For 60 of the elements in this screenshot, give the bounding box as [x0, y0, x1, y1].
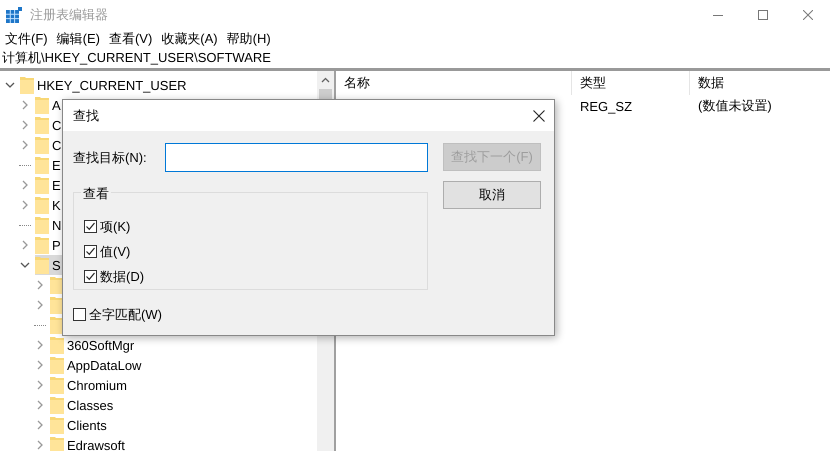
address-bar[interactable]: 计算机\HKEY_CURRENT_USER\SOFTWARE	[0, 48, 830, 71]
menu-item[interactable]: 查看(V)	[106, 30, 158, 48]
tree-item[interactable]: Chromium	[50, 375, 131, 395]
tree-item[interactable]: S	[35, 255, 65, 275]
scroll-up-icon[interactable]	[321, 76, 330, 82]
folder-icon	[50, 336, 64, 354]
tree-item[interactable]: K	[35, 195, 65, 215]
folder-icon	[20, 76, 34, 94]
tree-item[interactable]: 360SoftMgr	[50, 335, 138, 355]
folder-icon	[35, 256, 49, 274]
checkbox[interactable]	[84, 220, 97, 233]
menu-item[interactable]: 帮助(H)	[224, 30, 277, 48]
maximize-icon[interactable]	[758, 10, 768, 20]
table-cell-text: REG_SZ	[579, 98, 634, 114]
tree-item[interactable]: Classes	[50, 395, 118, 415]
tree-item[interactable]: E	[35, 155, 65, 175]
checkbox-label: 值(V)	[100, 242, 130, 260]
folder-icon	[50, 356, 64, 374]
folder-icon	[50, 376, 64, 394]
folder-icon	[35, 136, 49, 154]
folder-icon	[35, 216, 49, 234]
folder-icon	[35, 156, 49, 174]
tree-item[interactable]: HKEY_CURRENT_USER	[20, 75, 191, 95]
folder-icon	[35, 176, 49, 194]
folder-icon	[35, 236, 49, 254]
tree-item[interactable]: Clients	[50, 415, 111, 435]
table-cell-text: (数值未设置)	[697, 97, 773, 115]
tree-item[interactable]: E	[35, 175, 65, 195]
folder-icon	[35, 96, 49, 114]
cancel-button[interactable]: 取消	[443, 181, 541, 209]
checkbox-label: 项(K)	[100, 218, 130, 236]
tree-item[interactable]: C	[35, 115, 66, 135]
tree-item[interactable]: A	[35, 95, 65, 115]
column-header[interactable]: 名称	[336, 71, 572, 95]
column-header[interactable]: 类型	[572, 71, 690, 95]
dialog-title: 查找	[73, 106, 99, 124]
column-header[interactable]: 数据	[690, 71, 830, 95]
registry-grid-icon	[6, 7, 22, 23]
menu-item[interactable]: 编辑(E)	[54, 30, 106, 48]
menu-item[interactable]: 文件(F)	[2, 30, 54, 48]
checkbox-label: 数据(D)	[100, 268, 144, 286]
folder-icon	[50, 396, 64, 414]
tree-item[interactable]: C	[35, 135, 66, 155]
checkbox[interactable]	[84, 270, 97, 283]
checkbox[interactable]	[84, 245, 97, 258]
tree-item[interactable]: AppDataLow	[50, 355, 146, 375]
folder-icon	[35, 116, 49, 134]
tree-item[interactable]: P	[35, 235, 65, 255]
tree-item[interactable]: Edrawsoft	[50, 435, 129, 451]
checkbox[interactable]	[73, 308, 86, 321]
folder-icon	[35, 196, 49, 214]
checkbox-label: 全字匹配(W)	[89, 306, 162, 324]
find-input-field[interactable]	[165, 143, 428, 172]
tree-item[interactable]: N	[35, 215, 66, 235]
folder-icon	[50, 436, 64, 451]
close-icon[interactable]	[533, 110, 545, 122]
menu-item[interactable]: 收藏夹(A)	[158, 30, 224, 48]
find-label: 查找目标(N):	[73, 148, 148, 166]
folder-icon	[50, 416, 64, 434]
window-title: 注册表编辑器	[30, 6, 108, 24]
